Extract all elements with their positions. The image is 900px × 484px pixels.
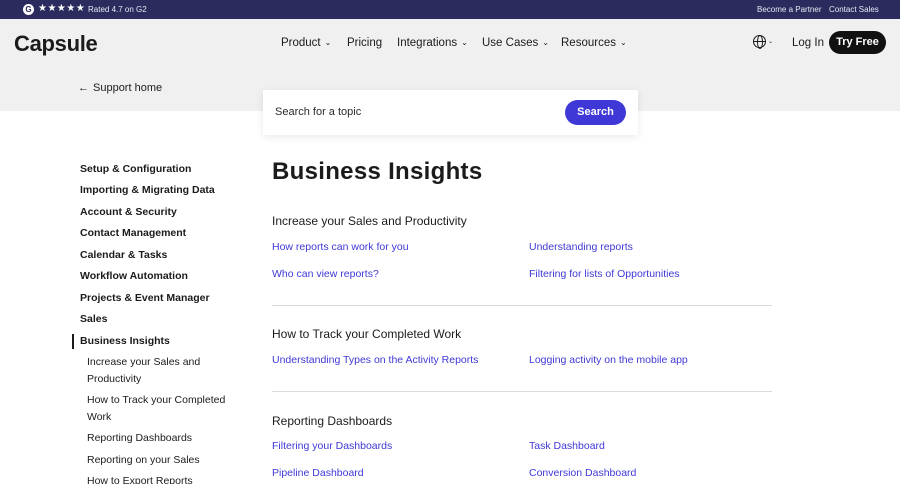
- rating-stars-icon: ★★★★★: [38, 3, 86, 14]
- try-free-button[interactable]: Try Free: [829, 31, 886, 54]
- sidebar-subitem-reporting-dashboards[interactable]: Reporting Dashboards: [87, 430, 232, 447]
- article-link[interactable]: Understanding Types on the Activity Repo…: [272, 354, 478, 366]
- chevron-down-icon: ⌄: [542, 38, 549, 47]
- search-box: Search: [263, 90, 638, 135]
- sidebar-subitem-track-work[interactable]: How to Track your Completed Work: [87, 392, 232, 426]
- nav-resources[interactable]: Resources ⌄: [561, 37, 627, 49]
- article-link[interactable]: Understanding reports: [529, 241, 633, 253]
- nav-pricing-label: Pricing: [347, 37, 383, 49]
- article-link[interactable]: Filtering your Dashboards: [272, 440, 392, 452]
- nav-use-cases[interactable]: Use Cases ⌄: [482, 37, 549, 49]
- globe-icon[interactable]: [753, 35, 766, 49]
- contact-sales-link[interactable]: Contact Sales: [829, 5, 879, 14]
- sidebar-subitem-export-reports[interactable]: How to Export Reports: [87, 473, 232, 484]
- article-link[interactable]: How reports can work for you: [272, 241, 409, 253]
- support-home-label: Support home: [93, 82, 163, 94]
- article-link[interactable]: Pipeline Dashboard: [272, 467, 364, 479]
- chevron-down-icon[interactable]: ⌄: [768, 38, 773, 45]
- sidebar-item-calendar[interactable]: Calendar & Tasks: [80, 249, 167, 261]
- chevron-down-icon: ⌄: [619, 38, 627, 47]
- section-title: Increase your Sales and Productivity: [272, 214, 467, 228]
- chevron-down-icon: ⌄: [324, 38, 332, 47]
- sidebar-item-business-insights[interactable]: Business Insights: [80, 335, 170, 347]
- sidebar-item-importing[interactable]: Importing & Migrating Data: [80, 184, 215, 196]
- nav-product[interactable]: Product ⌄: [281, 37, 331, 49]
- sidebar-subitem-increase-sales[interactable]: Increase your Sales and Productivity: [87, 354, 232, 388]
- chevron-down-icon: ⌄: [461, 38, 468, 47]
- section-divider: [272, 305, 772, 306]
- rating-text: Rated 4.7 on G2: [88, 5, 147, 14]
- sidebar-item-account[interactable]: Account & Security: [80, 206, 177, 218]
- nav-resources-label: Resources: [561, 37, 616, 49]
- become-partner-link[interactable]: Become a Partner: [757, 5, 821, 14]
- sidebar-item-workflow[interactable]: Workflow Automation: [80, 270, 188, 282]
- nav-use-cases-label: Use Cases: [482, 37, 539, 49]
- sidebar-subitem-reporting-sales[interactable]: Reporting on your Sales: [87, 452, 232, 469]
- sidebar-item-sales[interactable]: Sales: [80, 313, 107, 325]
- page-title: Business Insights: [272, 158, 483, 185]
- article-link[interactable]: Who can view reports?: [272, 268, 379, 280]
- g2-logo-icon: G: [23, 4, 34, 15]
- article-link[interactable]: Conversion Dashboard: [529, 467, 636, 479]
- section-title: How to Track your Completed Work: [272, 327, 462, 341]
- support-home-link[interactable]: ← Support home: [78, 82, 162, 94]
- active-indicator: [72, 334, 74, 349]
- article-link[interactable]: Logging activity on the mobile app: [529, 354, 688, 366]
- search-button[interactable]: Search: [565, 100, 626, 125]
- sidebar-item-projects[interactable]: Projects & Event Manager: [80, 292, 210, 304]
- sidebar-item-setup[interactable]: Setup & Configuration: [80, 163, 191, 175]
- nav-product-label: Product: [281, 37, 321, 49]
- nav-pricing[interactable]: Pricing: [347, 37, 382, 49]
- search-input[interactable]: [275, 102, 555, 122]
- login-link[interactable]: Log In: [792, 37, 824, 49]
- top-bar: G ★★★★★ Rated 4.7 on G2 Become a Partner…: [0, 0, 900, 19]
- capsule-logo[interactable]: Capsule: [14, 31, 98, 57]
- nav-integrations-label: Integrations: [397, 37, 458, 49]
- sidebar-item-contact-management[interactable]: Contact Management: [80, 227, 186, 239]
- article-link[interactable]: Task Dashboard: [529, 440, 605, 452]
- arrow-left-icon: ←: [78, 82, 89, 94]
- article-link[interactable]: Filtering for lists of Opportunities: [529, 268, 680, 280]
- section-title: Reporting Dashboards: [272, 414, 393, 428]
- nav-integrations[interactable]: Integrations ⌄: [397, 37, 468, 49]
- section-divider: [272, 391, 772, 392]
